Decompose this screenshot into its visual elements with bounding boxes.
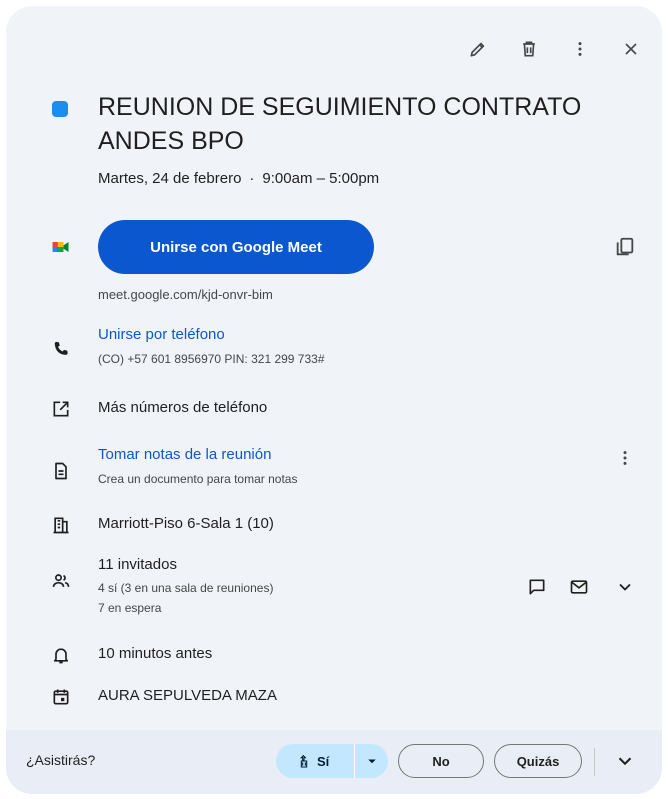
room-location: Marriott-Piso 6-Sala 1 (10) <box>98 515 274 532</box>
meet-link[interactable]: meet.google.com/kjd-onvr-bim <box>98 287 273 302</box>
guests-yes-line: 4 sí (3 en una sala de reuniones) <box>98 581 274 595</box>
more-phone-numbers-link[interactable]: Más números de teléfono <box>98 399 267 416</box>
document-icon <box>48 458 74 484</box>
delete-button[interactable] <box>512 32 546 66</box>
edit-button[interactable] <box>461 32 495 66</box>
close-icon <box>625 43 637 55</box>
footer-expand-button[interactable] <box>610 746 640 776</box>
event-datetime: Martes, 24 de febrero · 9:00am – 5:00pm <box>98 170 379 187</box>
copy-icon <box>616 237 634 256</box>
join-google-meet-button[interactable]: Unirse con Google Meet <box>98 220 374 274</box>
email-icon <box>570 580 588 594</box>
rsvp-question: ¿Asistirás? <box>26 752 96 768</box>
guest-count[interactable]: 11 invitados <box>98 556 177 573</box>
event-date: Martes, 24 de febrero <box>98 170 242 187</box>
organizer-name: AURA SEPULVEDA MAZA <box>98 687 277 704</box>
rsvp-maybe-button[interactable]: Quizás <box>494 744 582 778</box>
guests-waiting-line: 7 en espera <box>98 601 162 615</box>
email-guests-button[interactable] <box>564 572 594 602</box>
rsvp-yes-split-button: Sí <box>276 744 388 778</box>
take-meeting-notes-link[interactable]: Tomar notas de la reunión <box>98 446 271 463</box>
toolbar <box>444 32 648 66</box>
rsvp-yes-button[interactable]: Sí <box>276 744 354 778</box>
notes-subtitle: Crea un documento para tomar notas <box>98 472 298 486</box>
expand-guests-button[interactable] <box>610 572 640 602</box>
rsvp-yes-dropdown[interactable] <box>355 744 388 778</box>
calendar-icon <box>48 684 74 710</box>
trash-icon <box>523 41 535 57</box>
people-icon <box>48 568 74 594</box>
chevron-down-icon <box>618 757 632 766</box>
open-in-new-icon <box>48 396 74 422</box>
more-vert-icon <box>623 451 627 465</box>
bell-icon <box>48 642 74 668</box>
room-rsvp-icon <box>300 754 308 768</box>
chat-guests-button[interactable] <box>522 572 552 602</box>
notes-more-button[interactable] <box>610 443 640 473</box>
rsvp-footer: ¿Asistirás? Sí No Quizás <box>6 730 662 794</box>
pencil-icon <box>470 42 485 57</box>
more-vert-icon <box>578 42 582 56</box>
chevron-down-icon <box>619 583 631 591</box>
close-button[interactable] <box>614 32 648 66</box>
reminder-time: 10 minutos antes <box>98 645 213 662</box>
join-by-phone-link[interactable]: Unirse por teléfono <box>98 326 225 343</box>
rsvp-no-button[interactable]: No <box>398 744 484 778</box>
chat-icon <box>529 579 545 595</box>
more-options-button[interactable] <box>563 32 597 66</box>
event-color-dot <box>52 101 68 117</box>
building-icon <box>48 512 74 538</box>
rsvp-yes-label: Sí <box>317 753 330 769</box>
footer-divider <box>594 748 595 776</box>
datetime-separator: · <box>249 170 255 187</box>
event-details-card: REUNION DE SEGUIMIENTO CONTRATO ANDES BP… <box>6 6 662 794</box>
event-title: REUNION DE SEGUIMIENTO CONTRATO ANDES BP… <box>98 93 582 155</box>
copy-link-button[interactable] <box>610 232 640 262</box>
phone-details: (CO) +57 601 8956970 PIN: 321 299 733# <box>98 352 325 366</box>
google-meet-icon <box>48 234 74 260</box>
event-time: 9:00am – 5:00pm <box>262 170 380 187</box>
caret-down-icon <box>367 759 376 764</box>
phone-icon <box>48 336 74 362</box>
